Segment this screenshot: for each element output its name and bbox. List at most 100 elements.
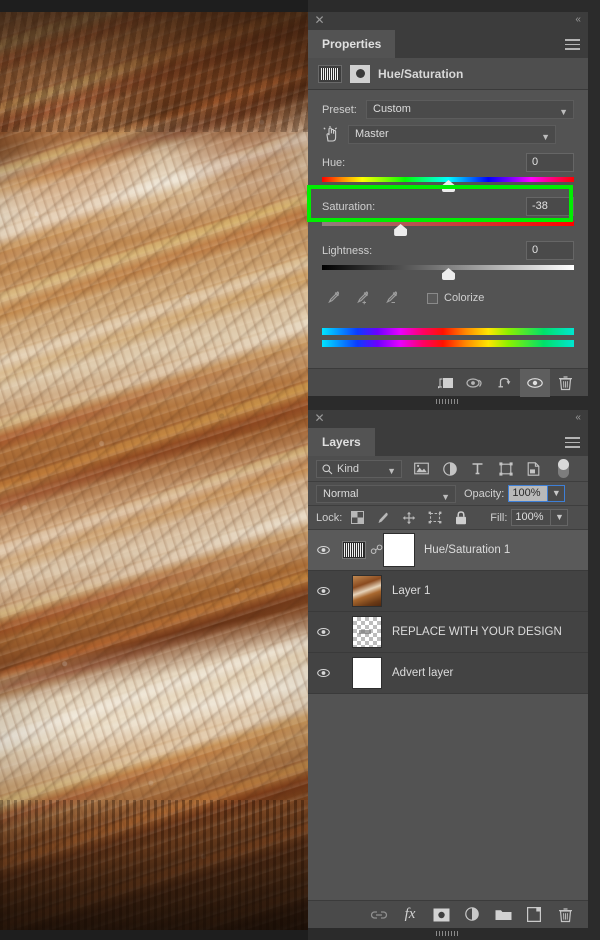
layer-thumbnails[interactable] — [338, 657, 382, 689]
layers-panel: ✕ ‹‹ Layers Kind ▼ Normal ▼ Opacity: 100… — [308, 410, 588, 936]
channel-value: Master — [355, 128, 389, 140]
fill-input[interactable]: 100% — [511, 509, 552, 526]
filter-adjustment-layers-icon[interactable] — [442, 461, 457, 476]
result-hue-bar[interactable] — [322, 340, 574, 347]
chevron-down-icon: ▼ — [387, 465, 396, 476]
eyedropper-add-icon[interactable] — [355, 290, 370, 306]
hue-track-wrap[interactable] — [322, 175, 574, 193]
collapse-panel-icon[interactable]: ‹‹ — [575, 14, 581, 25]
hue-slider-block: Hue: 0 — [322, 153, 574, 193]
layer-name[interactable]: Hue/Saturation 1 — [424, 544, 510, 556]
layer-visibility-toggle[interactable] — [308, 545, 338, 555]
eyedropper-subtract-icon[interactable] — [384, 290, 399, 306]
layer-name[interactable]: Layer 1 — [392, 585, 430, 597]
filter-pixel-layers-icon[interactable] — [414, 461, 429, 476]
panel-menu-icon[interactable] — [565, 437, 580, 451]
filter-shape-layers-icon[interactable] — [498, 461, 513, 476]
saturation-value-field[interactable]: -38 — [526, 197, 574, 216]
blend-opacity-row: Normal ▼ Opacity: 100% ▼ — [308, 482, 588, 506]
layer-list: ☍ Hue/Saturation 1 Layer 1 REPLACE WITH … — [308, 530, 588, 694]
saturation-gradient-track — [322, 221, 574, 226]
layer-thumbnails[interactable] — [338, 616, 382, 648]
layer-thumbnails[interactable]: ☍ — [338, 533, 415, 567]
preset-select[interactable]: Custom ▼ — [366, 100, 574, 119]
filter-type-layers-icon[interactable] — [470, 461, 485, 476]
layer-thumbnail[interactable] — [352, 575, 382, 607]
layer-visibility-toggle[interactable] — [308, 668, 338, 678]
layers-titlebar: ✕ ‹‹ — [308, 410, 588, 428]
lock-all-icon[interactable] — [454, 510, 468, 525]
table-row[interactable]: Advert layer — [308, 653, 588, 694]
colorize-control[interactable]: Colorize — [427, 292, 484, 304]
lock-image-pixels-icon[interactable] — [376, 511, 390, 525]
filter-kind-select[interactable]: Kind ▼ — [316, 459, 402, 478]
eyedropper-icon[interactable] — [326, 290, 341, 306]
table-row[interactable]: ☍ Hue/Saturation 1 — [308, 530, 588, 571]
layer-name[interactable]: Advert layer — [392, 667, 453, 679]
filter-enable-toggle[interactable] — [558, 459, 569, 478]
layer-thumbnail[interactable] — [352, 657, 382, 689]
reset-icon[interactable] — [490, 369, 520, 397]
chevron-down-icon: ▼ — [541, 132, 550, 142]
toggle-previous-state-icon[interactable] — [460, 369, 490, 397]
add-layer-mask-icon[interactable] — [432, 906, 450, 924]
tab-properties[interactable]: Properties — [308, 30, 396, 58]
panel-resize-grip[interactable] — [436, 931, 460, 936]
on-image-adjust-icon[interactable] — [322, 125, 342, 144]
link-layers-icon[interactable] — [370, 906, 388, 924]
delete-layer-icon[interactable] — [556, 906, 574, 924]
chevron-down-icon: ▼ — [559, 107, 568, 117]
table-row[interactable]: Layer 1 — [308, 571, 588, 612]
panel-resize-grip[interactable] — [436, 399, 460, 404]
opacity-input[interactable]: 100% — [508, 485, 549, 502]
layer-visibility-toggle[interactable] — [308, 586, 338, 596]
properties-panel: ✕ ‹‹ Properties Hue/Saturation Preset: C… — [308, 12, 588, 404]
link-mask-icon[interactable]: ☍ — [370, 542, 383, 558]
layer-thumbnail[interactable] — [352, 616, 382, 648]
lightness-value-field[interactable]: 0 — [526, 241, 574, 260]
table-row[interactable]: REPLACE WITH YOUR DESIGN — [308, 612, 588, 653]
fill-chevron-down-icon[interactable]: ▼ — [551, 509, 569, 526]
layer-visibility-toggle[interactable] — [308, 627, 338, 637]
lock-icons — [350, 510, 468, 525]
lightness-label: Lightness: — [322, 244, 373, 257]
toggle-visibility-icon[interactable] — [520, 368, 550, 397]
preset-value: Custom — [373, 103, 411, 115]
clip-to-layer-icon[interactable] — [430, 369, 460, 397]
channel-select[interactable]: Master ▼ — [348, 125, 556, 144]
layer-name[interactable]: REPLACE WITH YOUR DESIGN — [392, 626, 562, 638]
lock-transparent-pixels-icon[interactable] — [350, 511, 364, 525]
opacity-chevron-down-icon[interactable]: ▼ — [548, 485, 566, 502]
preset-label: Preset: — [322, 103, 357, 116]
layer-filter-row: Kind ▼ — [308, 456, 588, 482]
close-icon[interactable]: ✕ — [314, 412, 325, 424]
filter-smart-object-icon[interactable] — [526, 461, 541, 476]
new-layer-icon[interactable] — [525, 906, 543, 924]
delete-icon[interactable] — [550, 369, 580, 397]
page-title: Hue/Saturation — [378, 66, 464, 81]
lock-artboard-nesting-icon[interactable] — [428, 511, 442, 525]
panel-menu-icon[interactable] — [565, 39, 580, 53]
blend-mode-value: Normal — [323, 487, 359, 500]
properties-tabbar: Properties — [308, 30, 588, 58]
layer-mask-icon[interactable] — [350, 64, 370, 83]
lock-position-icon[interactable] — [402, 511, 416, 525]
blend-mode-select[interactable]: Normal ▼ — [316, 484, 456, 503]
layer-thumbnails[interactable] — [338, 575, 382, 607]
document-canvas[interactable] — [0, 0, 308, 940]
colorize-checkbox[interactable] — [427, 292, 438, 304]
hue-value-field[interactable]: 0 — [526, 153, 574, 172]
lightness-track-wrap[interactable] — [322, 263, 574, 281]
saturation-track-wrap[interactable] — [322, 219, 574, 237]
photo-vignette — [0, 12, 308, 930]
close-icon[interactable]: ✕ — [314, 14, 325, 26]
collapse-panel-icon[interactable]: ‹‹ — [575, 412, 581, 423]
adjustment-thumbnail[interactable] — [342, 541, 366, 559]
properties-titlebar: ✕ ‹‹ — [308, 12, 588, 30]
new-group-icon[interactable] — [494, 906, 512, 924]
bread-photograph[interactable] — [0, 12, 308, 930]
layer-mask-thumbnail[interactable] — [383, 533, 415, 567]
new-adjustment-layer-icon[interactable] — [463, 906, 481, 924]
tab-layers[interactable]: Layers — [308, 428, 375, 456]
layer-style-fx-icon[interactable]: fx — [401, 906, 419, 924]
